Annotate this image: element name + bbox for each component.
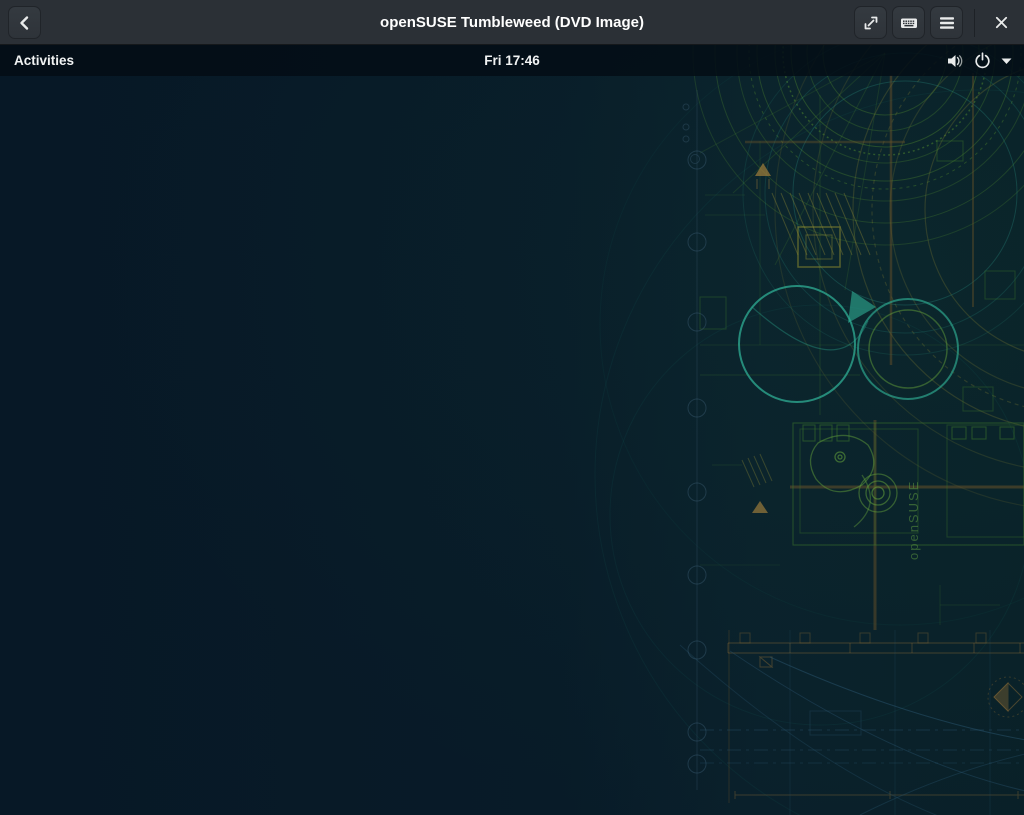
system-status-area[interactable] — [942, 45, 1016, 76]
clock-button[interactable]: Fri 17:46 — [484, 53, 540, 68]
gnome-top-bar: Activities Fri 17:46 — [0, 45, 1024, 76]
chevron-left-icon — [16, 14, 34, 32]
wallpaper-art: openSUSE — [0, 45, 1024, 815]
activities-label: Activities — [14, 53, 74, 68]
hamburger-menu-icon — [939, 16, 955, 30]
titlebar: openSUSE Tumbleweed (DVD Image) — [0, 0, 1024, 45]
close-button[interactable] — [986, 8, 1016, 38]
vm-viewer-window: openSUSE Tumbleweed (DVD Image) — [0, 0, 1024, 815]
vm-desktop[interactable]: openSUSE — [0, 45, 1024, 815]
keyboard-icon — [899, 13, 919, 33]
volume-icon — [946, 53, 964, 69]
fullscreen-button[interactable] — [854, 6, 887, 39]
fullscreen-icon — [862, 14, 880, 32]
menu-button[interactable] — [930, 6, 963, 39]
back-button[interactable] — [8, 6, 41, 39]
titlebar-controls — [854, 6, 1016, 39]
wallpaper-opensuse-text: openSUSE — [906, 480, 921, 560]
chevron-down-icon — [1001, 57, 1012, 65]
activities-button[interactable]: Activities — [0, 45, 88, 76]
close-icon — [994, 15, 1009, 30]
clock-container: Fri 17:46 — [0, 45, 1024, 76]
power-icon — [974, 52, 991, 69]
keyboard-button[interactable] — [892, 6, 925, 39]
titlebar-separator — [974, 9, 975, 37]
